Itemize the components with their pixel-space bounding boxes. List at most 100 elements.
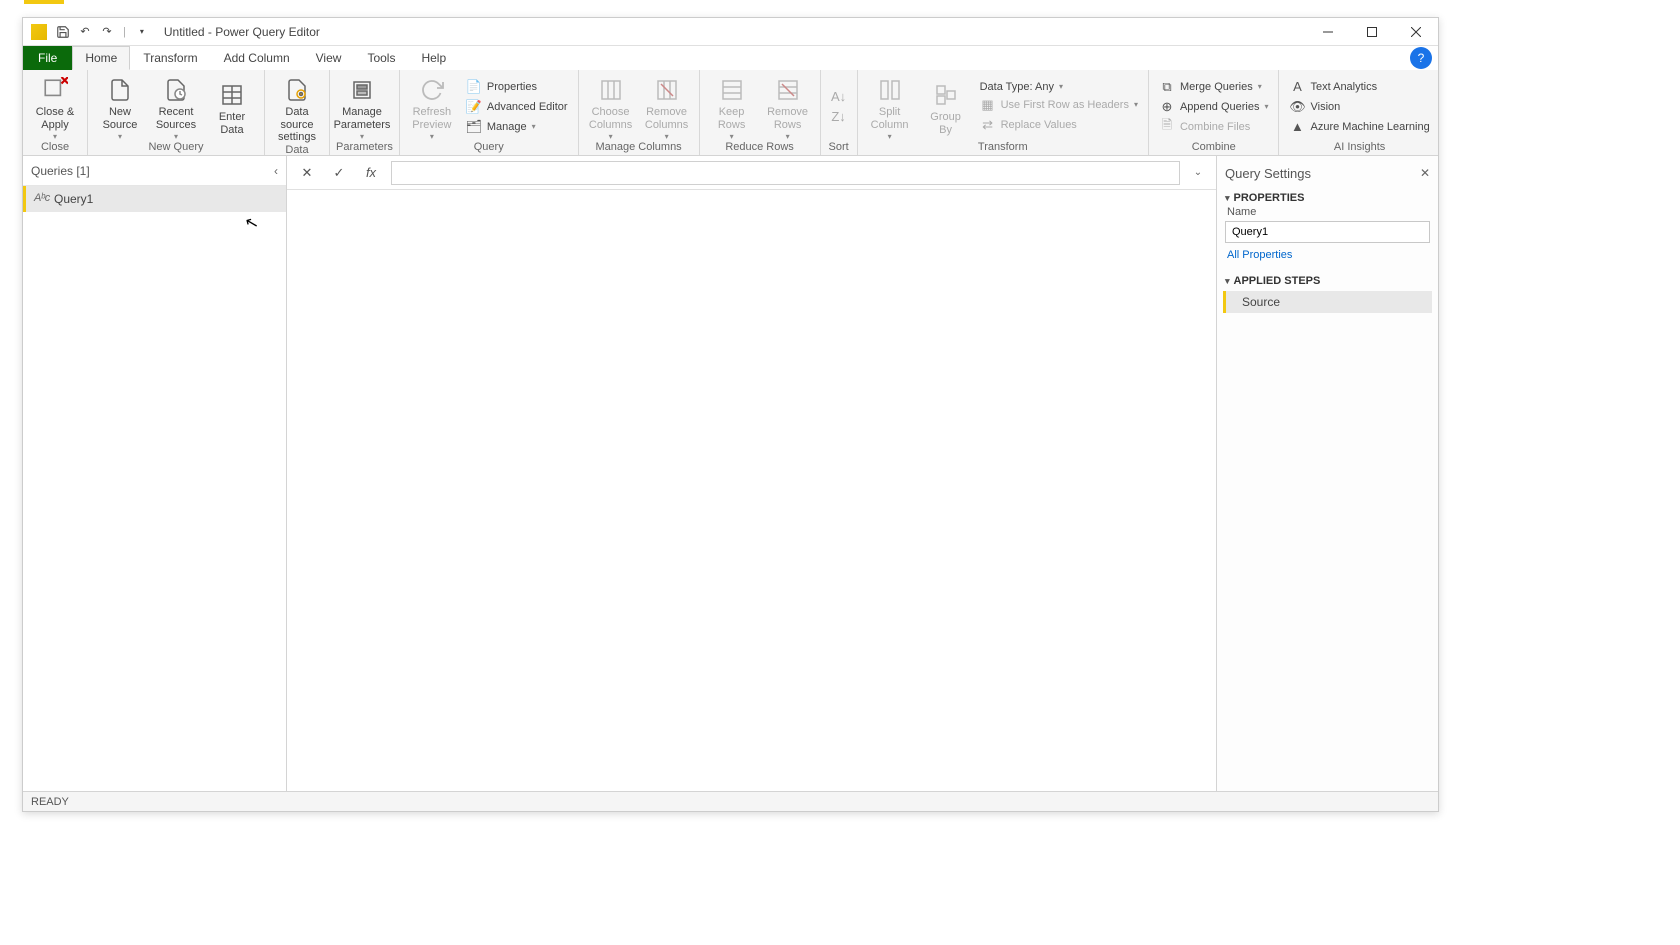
remove-columns-button[interactable]: Remove Columns bbox=[641, 72, 693, 140]
tab-transform[interactable]: Transform bbox=[130, 46, 210, 70]
remove-columns-icon bbox=[653, 76, 681, 104]
qat-customize-dropdown[interactable]: ▾ bbox=[132, 22, 152, 42]
text-analytics-button[interactable]: AText Analytics bbox=[1285, 78, 1433, 96]
data-source-settings-button[interactable]: Data source settings bbox=[271, 72, 323, 144]
group-label: Sort bbox=[827, 141, 851, 155]
tab-help[interactable]: Help bbox=[408, 46, 459, 70]
append-queries-button[interactable]: ⊕Append Queries bbox=[1155, 98, 1273, 116]
first-row-headers-button[interactable]: ▦Use First Row as Headers bbox=[976, 96, 1142, 114]
tab-add-column[interactable]: Add Column bbox=[211, 46, 303, 70]
tab-view[interactable]: View bbox=[303, 46, 355, 70]
name-label: Name bbox=[1217, 206, 1438, 218]
query-name-input[interactable] bbox=[1225, 221, 1430, 243]
sort-asc-button[interactable]: A↓ bbox=[827, 88, 851, 106]
cancel-formula-button[interactable]: ✕ bbox=[295, 161, 319, 185]
formula-bar: ✕ ✓ fx ⌄ bbox=[287, 156, 1216, 190]
undo-button[interactable]: ↶ bbox=[75, 22, 95, 42]
data-type-button[interactable]: Data Type: Any bbox=[976, 80, 1142, 94]
ribbon-group-query: Refresh Preview 📄Properties 📝Advanced Ed… bbox=[400, 70, 579, 155]
group-label: Parameters bbox=[336, 141, 393, 155]
recent-sources-button[interactable]: Recent Sources bbox=[150, 72, 202, 140]
manage-parameters-button[interactable]: Manage Parameters bbox=[336, 72, 388, 140]
properties-section-header[interactable]: PROPERTIES bbox=[1217, 186, 1438, 206]
group-by-icon bbox=[932, 81, 960, 109]
data-preview-area bbox=[287, 190, 1216, 791]
combine-files-button[interactable]: 🗎Combine Files bbox=[1155, 118, 1273, 136]
group-label: Combine bbox=[1155, 141, 1273, 155]
queries-pane-title: Queries [1] bbox=[31, 164, 90, 178]
group-label: Close bbox=[29, 141, 81, 155]
refresh-icon bbox=[418, 76, 446, 104]
ribbon-group-new-query: New Source Recent Sources Enter Data New… bbox=[88, 70, 265, 155]
keep-rows-button[interactable]: Keep Rows bbox=[706, 72, 758, 140]
qat-separator: | bbox=[123, 26, 126, 38]
combine-files-icon: 🗎 bbox=[1159, 119, 1175, 135]
merge-queries-button[interactable]: ⧉Merge Queries bbox=[1155, 78, 1273, 96]
azure-ml-icon: ▲ bbox=[1289, 119, 1305, 135]
choose-columns-button[interactable]: Choose Columns bbox=[585, 72, 637, 140]
remove-rows-icon bbox=[774, 76, 802, 104]
queries-pane-header: Queries [1] ‹ bbox=[23, 156, 286, 186]
close-settings-button[interactable]: ✕ bbox=[1420, 166, 1430, 180]
step-label: Source bbox=[1242, 295, 1280, 309]
close-window-button[interactable] bbox=[1394, 18, 1438, 46]
formula-input[interactable] bbox=[391, 161, 1180, 185]
query-settings-pane: Query Settings ✕ PROPERTIES Name All Pro… bbox=[1216, 156, 1438, 791]
maximize-button[interactable] bbox=[1350, 18, 1394, 46]
vision-button[interactable]: 👁Vision bbox=[1285, 98, 1433, 116]
applied-step-item[interactable]: Source bbox=[1223, 291, 1432, 313]
ribbon-group-close: Close & Apply Close bbox=[23, 70, 88, 155]
manage-parameters-icon bbox=[348, 76, 376, 104]
collapse-queries-icon[interactable]: ‹ bbox=[274, 164, 278, 178]
replace-values-button[interactable]: ⇄Replace Values bbox=[976, 116, 1142, 134]
group-by-button[interactable]: Group By bbox=[920, 77, 972, 136]
remove-rows-button[interactable]: Remove Rows bbox=[762, 72, 814, 140]
replace-icon: ⇄ bbox=[980, 117, 996, 133]
query-list-item[interactable]: Aᵇc Query1 bbox=[23, 186, 286, 212]
editor-body: Queries [1] ‹ Aᵇc Query1 ✕ ✓ fx ⌄ Query … bbox=[23, 156, 1438, 791]
refresh-preview-button[interactable]: Refresh Preview bbox=[406, 72, 458, 140]
redo-button[interactable]: ↷ bbox=[97, 22, 117, 42]
titlebar: ↶ ↷ | ▾ Untitled - Power Query Editor bbox=[23, 18, 1438, 46]
manage-query-button[interactable]: 🗂Manage bbox=[462, 118, 572, 136]
expand-formula-icon[interactable]: ⌄ bbox=[1188, 167, 1208, 178]
help-icon[interactable]: ? bbox=[1410, 47, 1432, 69]
close-apply-button[interactable]: Close & Apply bbox=[29, 72, 81, 140]
queries-pane: Queries [1] ‹ Aᵇc Query1 bbox=[23, 156, 287, 791]
ribbon-group-manage-columns: Choose Columns Remove Columns Manage Col… bbox=[579, 70, 700, 155]
advanced-editor-icon: 📝 bbox=[466, 99, 482, 115]
keep-rows-icon bbox=[718, 76, 746, 104]
new-source-button[interactable]: New Source bbox=[94, 72, 146, 140]
sort-desc-icon: Z↓ bbox=[831, 109, 847, 125]
query-settings-title: Query Settings bbox=[1225, 166, 1311, 181]
azure-ml-button[interactable]: ▲Azure Machine Learning bbox=[1285, 118, 1433, 136]
manage-icon: 🗂 bbox=[466, 119, 482, 135]
properties-icon: 📄 bbox=[466, 79, 482, 95]
ribbon-group-reduce-rows: Keep Rows Remove Rows Reduce Rows bbox=[700, 70, 821, 155]
ribbon: Close & Apply Close New Source Recent So… bbox=[23, 70, 1438, 156]
split-column-button[interactable]: Split Column bbox=[864, 72, 916, 140]
enter-data-button[interactable]: Enter Data bbox=[206, 77, 258, 136]
split-column-icon bbox=[876, 76, 904, 104]
applied-steps-section-header[interactable]: APPLIED STEPS bbox=[1217, 269, 1438, 289]
merge-icon: ⧉ bbox=[1159, 79, 1175, 95]
enter-data-icon bbox=[218, 81, 246, 109]
group-label: Manage Columns bbox=[585, 141, 693, 155]
fx-icon[interactable]: fx bbox=[359, 161, 383, 185]
advanced-editor-button[interactable]: 📝Advanced Editor bbox=[462, 98, 572, 116]
group-label: New Query bbox=[94, 141, 258, 155]
close-apply-icon bbox=[41, 76, 69, 104]
sort-asc-icon: A↓ bbox=[831, 89, 847, 105]
query-type-icon: Aᵇc bbox=[34, 192, 48, 206]
all-properties-link[interactable]: All Properties bbox=[1217, 249, 1438, 269]
tab-file[interactable]: File bbox=[23, 46, 72, 70]
ribbon-group-parameters: Manage Parameters Parameters bbox=[330, 70, 400, 155]
choose-columns-icon bbox=[597, 76, 625, 104]
confirm-formula-button[interactable]: ✓ bbox=[327, 161, 351, 185]
properties-button[interactable]: 📄Properties bbox=[462, 78, 572, 96]
tab-home[interactable]: Home bbox=[72, 46, 130, 70]
save-button[interactable] bbox=[53, 22, 73, 42]
tab-tools[interactable]: Tools bbox=[354, 46, 408, 70]
sort-desc-button[interactable]: Z↓ bbox=[827, 108, 851, 126]
minimize-button[interactable] bbox=[1306, 18, 1350, 46]
